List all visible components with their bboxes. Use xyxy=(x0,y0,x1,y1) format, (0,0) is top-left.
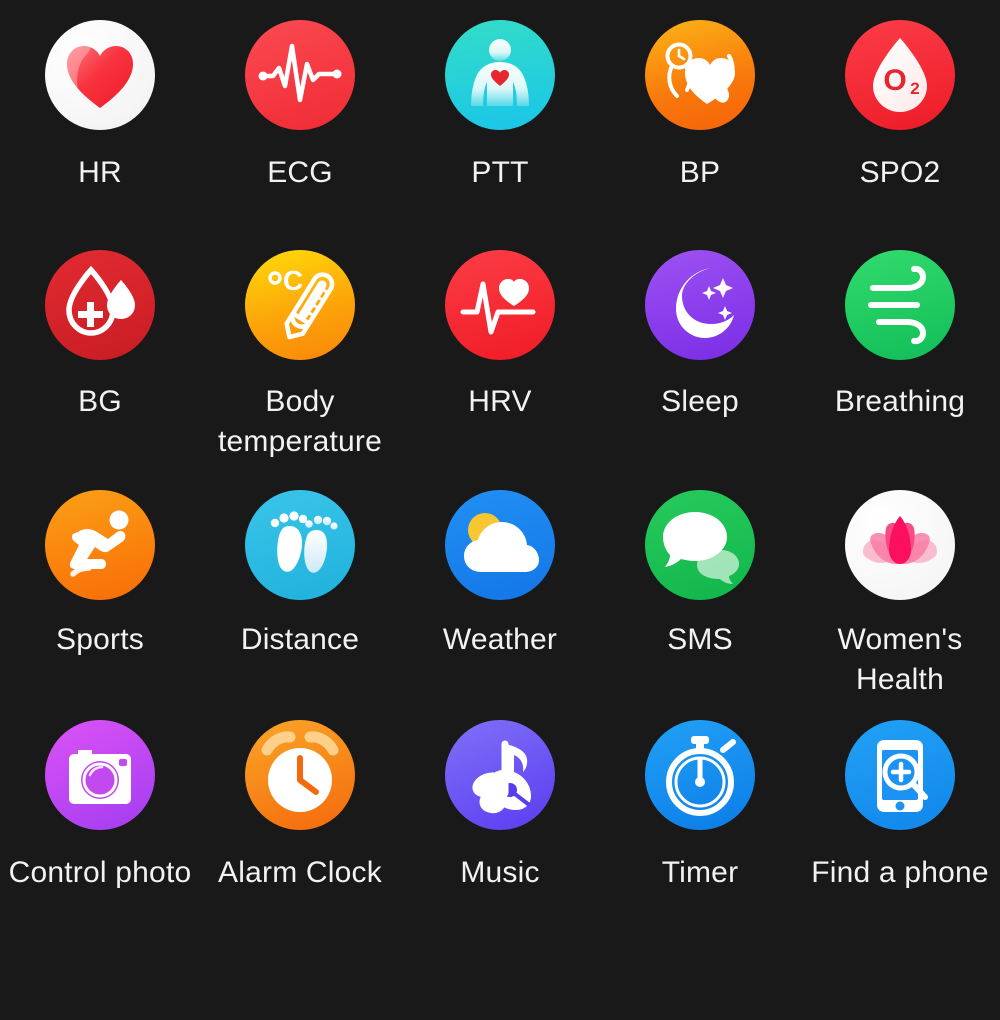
grid-item-bp[interactable]: BP xyxy=(600,20,800,250)
grid-item-label: Sleep xyxy=(661,385,739,418)
grid-item-label: Women's Health xyxy=(837,623,963,696)
grid-item-body-temperature[interactable]: C Body temperature xyxy=(200,250,400,490)
grid-item-find-a-phone[interactable]: Find a phone xyxy=(800,720,1000,1020)
moon-stars-icon[interactable] xyxy=(645,250,755,360)
footprints-icon[interactable] xyxy=(245,490,355,600)
grid-item-ptt[interactable]: PTT xyxy=(400,20,600,250)
grid-item-music[interactable]: Music xyxy=(400,720,600,1020)
grid-item-label: BP xyxy=(679,156,721,189)
grid-item-label: Find a phone xyxy=(811,856,989,889)
runner-icon[interactable] xyxy=(45,490,155,600)
grid-item-label: SPO2 xyxy=(859,156,941,189)
grid-item-womens-health[interactable]: Women's Health xyxy=(800,490,1000,720)
sun-cloud-icon[interactable] xyxy=(445,490,555,600)
grid-item-label: Music xyxy=(460,856,540,889)
grid-item-control-photo[interactable]: Control photo xyxy=(0,720,200,1020)
phone-search-icon[interactable] xyxy=(845,720,955,830)
grid-item-label: Distance xyxy=(240,623,360,656)
grid-item-weather[interactable]: Weather xyxy=(400,490,600,720)
ecg-wave-icon[interactable] xyxy=(245,20,355,130)
grid-item-label: HRV xyxy=(468,385,532,418)
music-note-disc-icon[interactable] xyxy=(445,720,555,830)
wind-breathing-icon[interactable] xyxy=(845,250,955,360)
grid-item-sms[interactable]: SMS xyxy=(600,490,800,720)
thermometer-icon[interactable]: C xyxy=(245,250,355,360)
blood-glucose-icon[interactable] xyxy=(45,250,155,360)
body-torso-icon[interactable] xyxy=(445,20,555,130)
grid-item-alarm-clock[interactable]: Alarm Clock xyxy=(200,720,400,1020)
svg-text:O: O xyxy=(883,64,906,97)
grid-item-timer[interactable]: Timer xyxy=(600,720,800,1020)
app-screen: HR ECG PTT BP O 2 SPO2 BG C Body tempera… xyxy=(0,0,1000,1000)
chat-bubbles-icon[interactable] xyxy=(645,490,755,600)
grid-item-label: Breathing xyxy=(834,385,966,418)
grid-item-spo2[interactable]: O 2 SPO2 xyxy=(800,20,1000,250)
grid-item-ecg[interactable]: ECG xyxy=(200,20,400,250)
grid-item-label: Alarm Clock xyxy=(218,856,382,889)
grid-item-label: Timer xyxy=(661,856,739,889)
stopwatch-icon[interactable] xyxy=(645,720,755,830)
oxygen-drop-icon[interactable]: O 2 xyxy=(845,20,955,130)
grid-item-sleep[interactable]: Sleep xyxy=(600,250,800,490)
svg-text:C: C xyxy=(283,265,303,296)
feature-icon-grid: HR ECG PTT BP O 2 SPO2 BG C Body tempera… xyxy=(0,0,1000,1000)
grid-item-breathing[interactable]: Breathing xyxy=(800,250,1000,490)
alarm-clock-icon[interactable] xyxy=(245,720,355,830)
grid-item-distance[interactable]: Distance xyxy=(200,490,400,720)
grid-item-label: SMS xyxy=(667,623,733,656)
grid-item-hrv[interactable]: HRV xyxy=(400,250,600,490)
heart-icon[interactable] xyxy=(45,20,155,130)
camera-icon[interactable] xyxy=(45,720,155,830)
heart-rate-variability-icon[interactable] xyxy=(445,250,555,360)
grid-item-hr[interactable]: HR xyxy=(0,20,200,250)
grid-item-label: HR xyxy=(78,156,122,189)
blood-pressure-icon[interactable] xyxy=(645,20,755,130)
grid-item-label: Sports xyxy=(56,623,144,656)
grid-item-label: PTT xyxy=(471,156,529,189)
lotus-flower-icon[interactable] xyxy=(845,490,955,600)
grid-item-label: Weather xyxy=(442,623,558,656)
grid-item-label: Control photo xyxy=(8,856,192,889)
grid-item-label: BG xyxy=(78,385,122,418)
grid-item-bg[interactable]: BG xyxy=(0,250,200,490)
svg-text:2: 2 xyxy=(910,79,919,98)
grid-item-label: Body temperature xyxy=(218,385,382,458)
grid-item-sports[interactable]: Sports xyxy=(0,490,200,720)
grid-item-label: ECG xyxy=(267,156,333,189)
